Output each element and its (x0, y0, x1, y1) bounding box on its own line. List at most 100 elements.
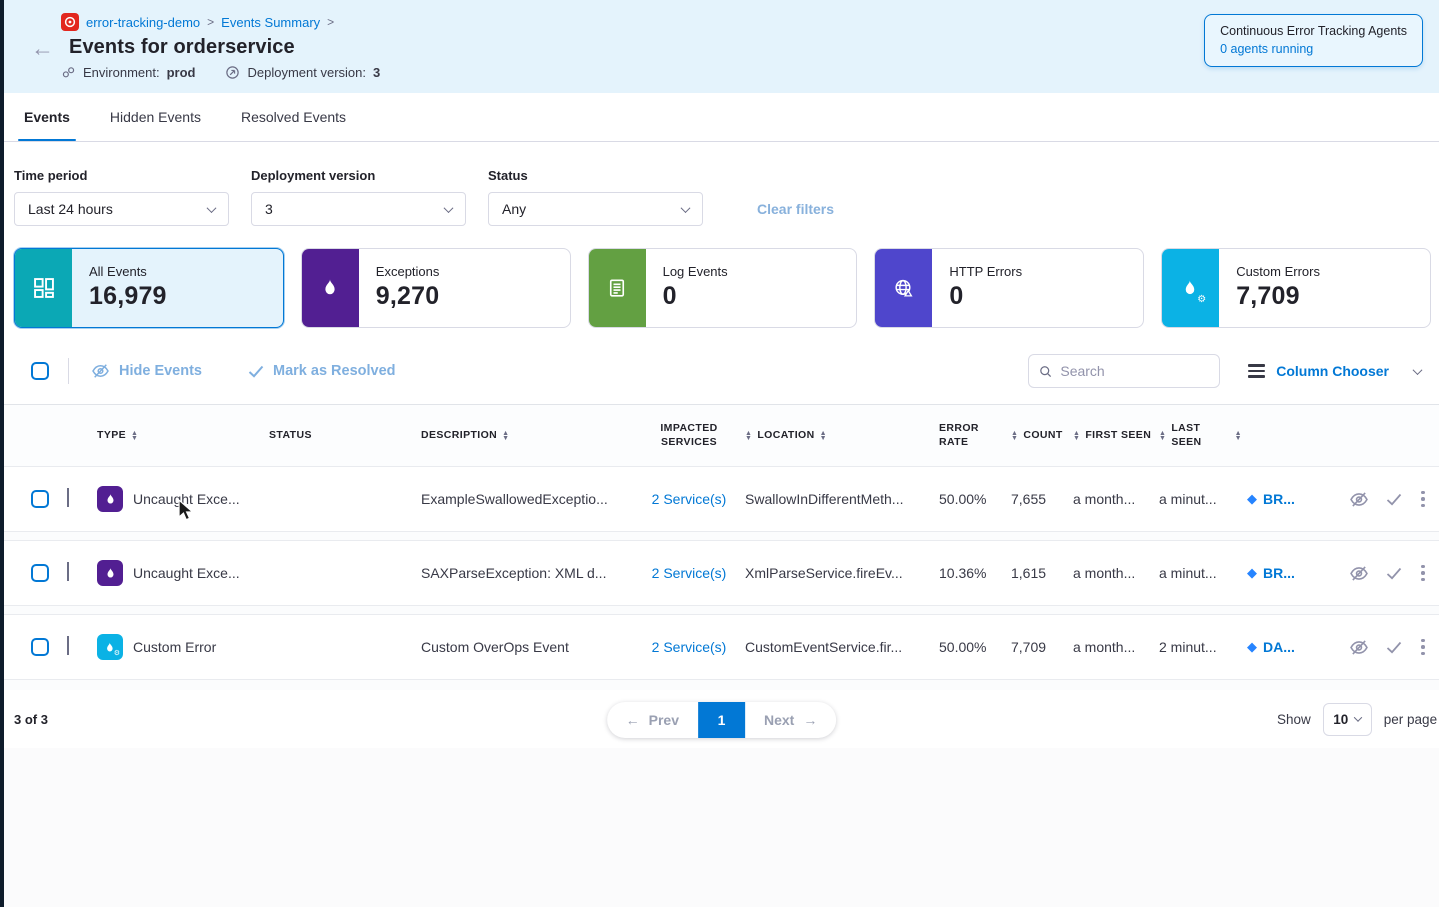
row-checkbox[interactable] (31, 564, 49, 582)
mark-as-resolved-button[interactable]: Mark as Resolved (248, 363, 396, 379)
impacted-services-link[interactable]: 2 Service(s) (652, 565, 727, 581)
hide-events-button[interactable]: Hide Events (91, 363, 202, 379)
column-header-last-seen[interactable]: ▲▼ LAST SEEN ▲▼ (1159, 422, 1247, 448)
page-header: error-tracking-demo > Events Summary > ←… (4, 0, 1439, 93)
tab-hidden-events[interactable]: Hidden Events (110, 93, 201, 141)
deployment-version-select[interactable]: 3 (251, 192, 466, 226)
expand-row-icon[interactable] (67, 562, 69, 581)
jira-diamond-icon: ◆ (1247, 566, 1257, 581)
status-label: Status (488, 168, 703, 183)
agents-title: Continuous Error Tracking Agents (1220, 24, 1407, 38)
resolve-event-icon[interactable] (1386, 493, 1402, 506)
column-header-count[interactable]: ▲▼ COUNT (1011, 429, 1073, 442)
breadcrumb-project-link[interactable]: error-tracking-demo (86, 15, 200, 30)
eye-slash-icon (91, 363, 110, 379)
resolve-event-icon[interactable] (1386, 641, 1402, 654)
last-seen: a minut... (1159, 565, 1247, 581)
sort-arrows-icon[interactable]: ▲▼ (1073, 431, 1080, 441)
tab-events[interactable]: Events (24, 93, 70, 141)
sort-arrows-icon[interactable]: ▲▼ (745, 431, 752, 441)
hide-event-icon[interactable] (1349, 565, 1369, 582)
card-exceptions[interactable]: Exceptions 9,270 (301, 248, 571, 328)
card-http-errors[interactable]: HTTP Errors 0 (874, 248, 1144, 328)
column-header-label: LAST SEEN (1171, 422, 1229, 448)
sort-arrows-icon[interactable]: ▲▼ (1011, 431, 1018, 441)
card-custom-errors[interactable]: ⚙ Custom Errors 7,709 (1161, 248, 1431, 328)
status-select[interactable]: Any (488, 192, 703, 226)
page-size-select[interactable]: 10 (1323, 703, 1372, 736)
sort-arrows-icon[interactable]: ▲▼ (820, 431, 827, 441)
table-row[interactable]: Uncaught Exce... SAXParseException: XML … (4, 540, 1439, 606)
ticket-link[interactable]: BR... (1263, 491, 1295, 507)
hide-event-icon[interactable] (1349, 491, 1369, 508)
back-arrow-icon[interactable]: ← (31, 38, 54, 58)
column-header-first-seen[interactable]: ▲▼ FIRST SEEN (1073, 429, 1159, 442)
tab-bar: Events Hidden Events Resolved Events (4, 93, 1439, 142)
sort-arrows-icon[interactable]: ▲▼ (1159, 431, 1166, 441)
expand-row-icon[interactable] (67, 636, 69, 655)
sort-arrows-icon[interactable]: ▲▼ (502, 431, 509, 441)
event-description: Custom OverOps Event (421, 639, 633, 655)
flame-icon (302, 249, 359, 327)
column-header-location[interactable]: ▲▼ LOCATION ▲▼ (745, 429, 939, 442)
error-tracking-module-icon (61, 13, 79, 31)
table-row[interactable]: ⚙ Custom Error Custom OverOps Event 2 Se… (4, 614, 1439, 680)
impacted-services-link[interactable]: 2 Service(s) (652, 639, 727, 655)
column-chooser-button[interactable]: Column Chooser (1248, 363, 1421, 379)
ticket-link[interactable]: DA... (1263, 639, 1295, 655)
log-document-icon (589, 249, 646, 327)
sort-arrows-icon[interactable]: ▲▼ (1235, 431, 1242, 441)
event-description: ExampleSwallowedExceptio... (421, 491, 633, 507)
exception-flame-icon (97, 486, 123, 512)
ticket-link[interactable]: BR... (1263, 565, 1295, 581)
hamburger-icon (1248, 364, 1265, 378)
agents-status-card[interactable]: Continuous Error Tracking Agents 0 agent… (1204, 14, 1423, 67)
breadcrumb-page-link[interactable]: Events Summary (221, 15, 320, 30)
column-header-impacted-services[interactable]: IMPACTED SERVICES (649, 422, 729, 448)
time-period-label: Time period (14, 168, 229, 183)
error-rate: 50.00% (939, 491, 1011, 507)
card-log-events[interactable]: Log Events 0 (588, 248, 858, 328)
kebab-menu-icon[interactable] (1419, 563, 1427, 584)
column-header-description[interactable]: DESCRIPTION ▲▼ (421, 429, 633, 442)
column-header-type[interactable]: TYPE ▲▼ (97, 429, 269, 442)
resolve-event-icon[interactable] (1386, 567, 1402, 580)
impacted-services-link[interactable]: 2 Service(s) (652, 491, 727, 507)
error-rate: 50.00% (939, 639, 1011, 655)
next-label: Next (764, 712, 794, 728)
deployment-version-icon (225, 65, 240, 80)
kebab-menu-icon[interactable] (1419, 637, 1427, 658)
tab-resolved-events[interactable]: Resolved Events (241, 93, 346, 141)
select-all-checkbox[interactable] (31, 362, 49, 380)
breadcrumb-separator: > (207, 15, 214, 29)
arrow-left-icon: ← (626, 712, 640, 728)
row-checkbox[interactable] (31, 490, 49, 508)
next-page-button[interactable]: Next → (745, 702, 836, 738)
flame-gear-icon: ⚙ (1162, 249, 1219, 327)
prev-page-button[interactable]: ← Prev (607, 702, 698, 738)
table-row[interactable]: Uncaught Exce... ExampleSwallowedExcepti… (4, 466, 1439, 532)
first-seen: a month... (1073, 491, 1159, 507)
hide-event-icon[interactable] (1349, 639, 1369, 656)
grid-icon (15, 249, 72, 327)
search-input[interactable] (1060, 363, 1209, 379)
column-header-status[interactable]: STATUS (269, 429, 421, 442)
card-all-events[interactable]: All Events 16,979 (14, 248, 284, 328)
card-label: All Events (89, 264, 167, 279)
row-checkbox[interactable] (31, 638, 49, 656)
environment-meta: Environment: prod (61, 65, 195, 80)
card-value: 9,270 (376, 282, 440, 311)
column-header-label: IMPACTED SERVICES (649, 422, 729, 448)
agents-running-link[interactable]: 0 agents running (1220, 42, 1407, 56)
clear-filters-button[interactable]: Clear filters (757, 201, 834, 217)
card-value: 0 (949, 282, 1022, 311)
card-value: 7,709 (1236, 282, 1320, 311)
expand-row-icon[interactable] (67, 488, 69, 507)
event-count: 7,709 (1011, 639, 1073, 655)
kebab-menu-icon[interactable] (1419, 489, 1427, 510)
column-header-error-rate[interactable]: ERROR RATE (939, 422, 981, 448)
sort-arrows-icon[interactable]: ▲▼ (131, 431, 138, 441)
time-period-select[interactable]: Last 24 hours (14, 192, 229, 226)
page-number-button[interactable]: 1 (698, 702, 745, 738)
search-box[interactable] (1028, 354, 1220, 388)
